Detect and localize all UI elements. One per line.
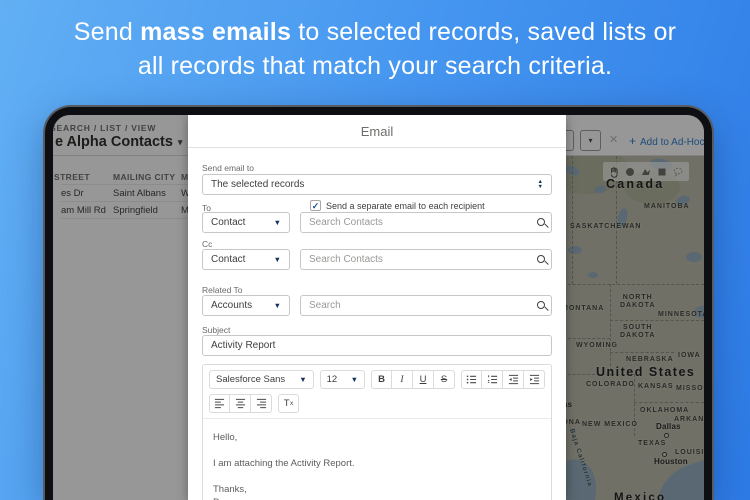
dialog-title: Email [188, 115, 566, 148]
search-icon [537, 218, 545, 226]
align-right-button[interactable] [251, 394, 272, 413]
cc-type-select[interactable]: Contact ▼ [202, 249, 290, 270]
banner-line2: all records that match your search crite… [137, 52, 613, 80]
align-center-button[interactable] [230, 394, 251, 413]
cc-type-value: Contact [211, 254, 246, 265]
send-email-to-label: Send email to [202, 163, 254, 173]
strikethrough-button[interactable]: S [434, 370, 455, 389]
related-type-value: Accounts [211, 300, 253, 311]
banner-line1: Send mass emails to selected records, sa… [73, 18, 677, 46]
remove-format-button[interactable]: T [278, 394, 299, 413]
search-icon [537, 301, 545, 309]
rich-text-editor: Salesforce Sans ▼ 12 ▼ B I U S T x Hello… [202, 364, 552, 500]
search-icon [537, 255, 545, 263]
align-left-button[interactable] [209, 394, 230, 413]
subject-input[interactable] [202, 335, 552, 356]
editor-toolbar: Salesforce Sans ▼ 12 ▼ B I U S T x [203, 365, 551, 413]
separate-email-label: Send a separate email to each recipient [326, 200, 485, 211]
indent-button[interactable] [524, 370, 545, 389]
chevron-down-icon: ▼ [273, 218, 281, 227]
cc-search-input[interactable] [300, 249, 552, 270]
to-type-value: Contact [211, 217, 246, 228]
to-type-select[interactable]: Contact ▼ [202, 212, 290, 233]
subject-label: Subject [202, 325, 231, 335]
device-frame: SEARCH / LIST / VIEW e Alpha Contacts ▾ … [45, 107, 712, 500]
numbered-list-button[interactable] [482, 370, 503, 389]
checkbox-checked[interactable]: ✓ [310, 200, 321, 211]
cc-label: Cc [202, 239, 213, 249]
to-search-input[interactable] [300, 212, 552, 233]
email-dialog: Email Send email to The selected records… [188, 115, 566, 500]
app-screen: SEARCH / LIST / VIEW e Alpha Contacts ▾ … [53, 115, 704, 500]
select-stepper-icon: ▲ ▼ [537, 179, 543, 190]
italic-button[interactable]: I [392, 370, 413, 389]
underline-button[interactable]: U [413, 370, 434, 389]
send-email-to-value: The selected records [211, 179, 305, 190]
bullet-list-button[interactable] [461, 370, 482, 389]
related-to-label: Related To [202, 285, 243, 295]
font-size-select[interactable]: 12 ▼ [319, 370, 365, 389]
email-body[interactable]: Hello, I am attaching the Activity Repor… [203, 418, 551, 500]
related-type-select[interactable]: Accounts ▼ [202, 295, 290, 316]
banner-headline: Send mass emails to selected records, sa… [0, 15, 750, 83]
bold-button[interactable]: B [371, 370, 392, 389]
font-family-select[interactable]: Salesforce Sans ▼ [209, 370, 314, 389]
font-size-value: 12 [326, 374, 338, 385]
separate-email-option[interactable]: ✓ Send a separate email to each recipien… [310, 200, 485, 211]
font-family-value: Salesforce Sans [216, 374, 286, 385]
chevron-down-icon: ▼ [273, 255, 281, 264]
send-email-to-select[interactable]: The selected records ▲ ▼ [202, 174, 552, 195]
chevron-down-icon: ▼ [350, 375, 358, 384]
chevron-down-icon: ▼ [273, 301, 281, 310]
related-search-input[interactable] [300, 295, 552, 316]
outdent-button[interactable] [503, 370, 524, 389]
chevron-down-icon: ▼ [299, 375, 307, 384]
